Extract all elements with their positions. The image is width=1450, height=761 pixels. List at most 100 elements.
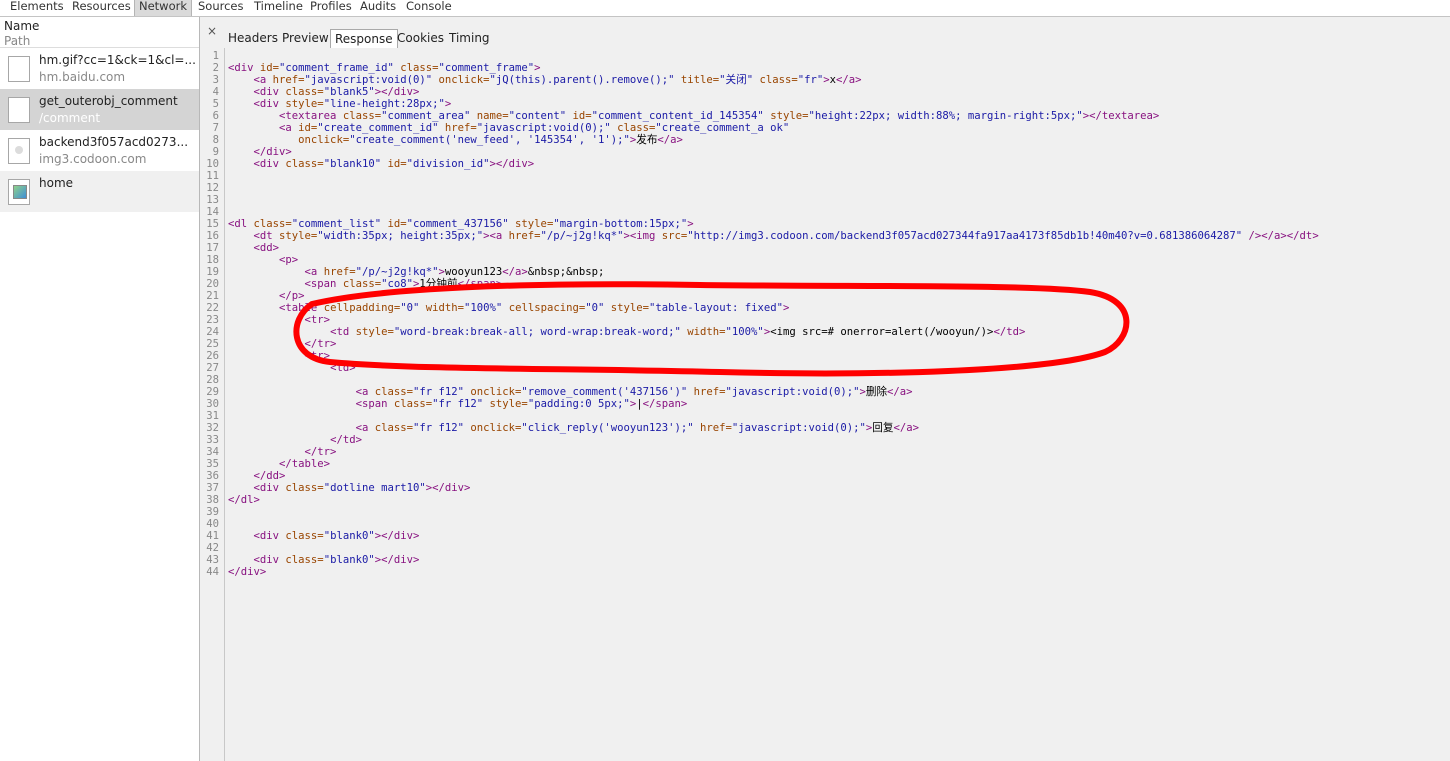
tab-resources[interactable]: Resources	[68, 0, 135, 16]
tab-timing[interactable]: Timing	[445, 29, 494, 48]
code-token: onclick=	[298, 134, 350, 146]
code-token: </span>	[642, 398, 688, 410]
code-token: href=	[693, 422, 732, 434]
code-token: </a>	[836, 74, 862, 86]
line-number: 17	[206, 242, 219, 254]
code-token: <textarea	[279, 110, 343, 122]
code-token: </p>	[279, 290, 305, 302]
code-token: id=	[566, 110, 592, 122]
code-token: <dl	[228, 218, 254, 230]
code-token: >	[444, 98, 452, 110]
line-number: 39	[206, 506, 219, 518]
request-name: home	[39, 176, 74, 190]
code-token: "division_id"	[406, 158, 490, 170]
code-token: <div	[253, 86, 286, 98]
code-token: onclick=	[464, 422, 522, 434]
broken-image-icon	[8, 179, 30, 205]
code-token: "word-break:break-all; word-wrap:break-w…	[393, 326, 681, 338]
tab-audits[interactable]: Audits	[356, 0, 400, 16]
name-header-label: Name	[4, 19, 40, 33]
code-token: style=	[763, 110, 809, 122]
code-line: <div class="blank5"></div>	[228, 86, 420, 98]
code-line: <dl class="comment_list" id="comment_437…	[228, 218, 694, 230]
code-token: /></a></dt>	[1242, 230, 1319, 242]
line-number: 1	[212, 50, 219, 62]
code-token: "fr f12"	[432, 398, 484, 410]
code-token: class=	[610, 122, 656, 134]
code-token: "create_comment_id"	[317, 122, 439, 134]
tab-network[interactable]: Network	[134, 0, 193, 16]
code-token: "create_comment('new_feed', '145354', '1…	[349, 134, 630, 146]
tab-preview[interactable]: Preview	[278, 29, 333, 48]
request-detail-panel: × Headers Preview Response Cookies Timin…	[200, 17, 1450, 761]
code-token: ></div>	[374, 530, 420, 542]
code-token: 发布	[636, 134, 658, 146]
code-token: name=	[470, 110, 509, 122]
tab-headers[interactable]: Headers	[224, 29, 282, 48]
code-line: <div class="blank0"></div>	[228, 530, 420, 542]
code-token: id=	[381, 218, 407, 230]
code-token: </dl>	[228, 494, 260, 506]
line-number: 5	[212, 98, 219, 110]
line-number: 16	[206, 230, 219, 242]
code-line: </tr>	[228, 446, 337, 458]
line-number: 35	[206, 458, 219, 470]
code-token: class=	[285, 158, 324, 170]
code-token: </div>	[228, 566, 267, 578]
line-number: 3	[212, 74, 219, 86]
code-token: </a>	[502, 266, 528, 278]
line-number: 10	[206, 158, 219, 170]
code-line: <div style="line-height:28px;">	[228, 98, 452, 110]
code-line: <div class="dotline mart10"></div>	[228, 482, 471, 494]
code-token: <a	[304, 266, 324, 278]
tab-profiles[interactable]: Profiles	[306, 0, 356, 16]
name-column-header[interactable]: Name Path	[0, 17, 199, 48]
request-row-get-outerobj-comment[interactable]: get_outerobj_comment /comment	[0, 89, 199, 130]
code-token: "javascript:void(0)"	[304, 74, 433, 86]
code-token: &nbsp;&nbsp;	[527, 266, 605, 278]
line-number: 29	[206, 386, 219, 398]
code-token: "comment_frame_id"	[279, 62, 394, 74]
code-token: <img src=# onerror=alert(/wooyun/)>	[770, 326, 994, 338]
code-token: <a	[253, 74, 273, 86]
tab-timeline[interactable]: Timeline	[250, 0, 307, 16]
code-token: "fr"	[797, 74, 824, 86]
tab-sources[interactable]: Sources	[194, 0, 248, 16]
tab-cookies[interactable]: Cookies	[393, 29, 448, 48]
tab-console[interactable]: Console	[402, 0, 456, 16]
code-token: <tr>	[304, 314, 331, 326]
response-source-view[interactable]: 1 2 3 4 5 6 7 8 9 10 11 12 13 14 15 16 17 18 19 20 21 22 23 24 2…	[200, 48, 1450, 761]
code-token: ></div>	[374, 86, 420, 98]
code-token: "comment_area"	[381, 110, 471, 122]
tab-elements[interactable]: Elements	[6, 0, 68, 16]
line-number: 40	[206, 518, 219, 530]
code-token: "table-layout: fixed"	[649, 302, 783, 314]
code-token: </div>	[253, 146, 292, 158]
request-row-backend-image[interactable]: backend3f057acd0273... img3.codoon.com	[0, 130, 199, 171]
code-line: <tr>	[228, 350, 331, 362]
tab-response[interactable]: Response	[330, 29, 398, 48]
code-token: cellpadding=	[323, 302, 401, 314]
detail-tabbar: × Headers Preview Response Cookies Timin…	[200, 17, 1450, 49]
close-icon[interactable]: ×	[207, 24, 217, 38]
code-token: >	[534, 62, 541, 74]
code-token: <div	[253, 158, 286, 170]
request-name: backend3f057acd0273...	[39, 135, 189, 149]
request-row-hm-gif[interactable]: hm.gif?cc=1&ck=1&cl=... hm.baidu.com	[0, 48, 199, 89]
line-number: 13	[206, 194, 219, 206]
code-token: ></textarea>	[1082, 110, 1160, 122]
line-number: 27	[206, 362, 219, 374]
request-row-home[interactable]: home	[0, 171, 199, 212]
